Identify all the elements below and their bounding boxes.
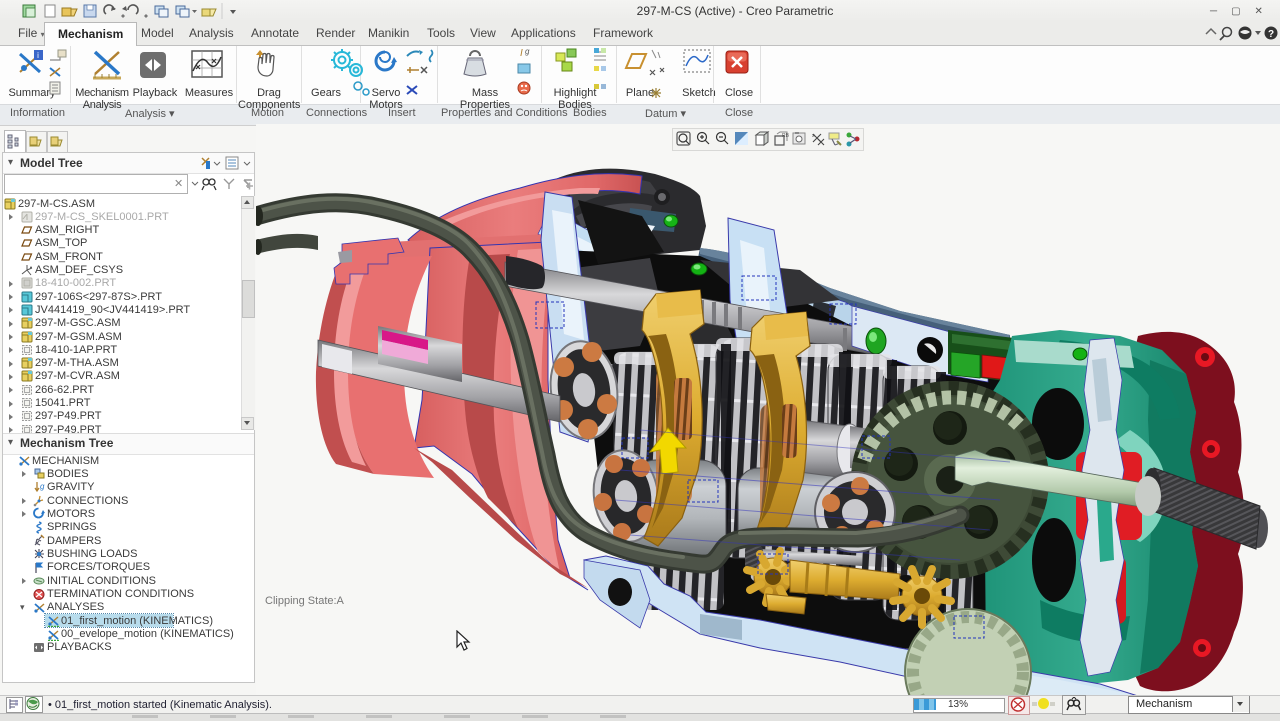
svg-text:?: ? xyxy=(1268,29,1274,40)
svg-text:g: g xyxy=(40,482,45,491)
svg-text:i: i xyxy=(37,51,39,60)
svg-text:I: I xyxy=(520,48,523,59)
svg-text:g: g xyxy=(525,47,530,56)
